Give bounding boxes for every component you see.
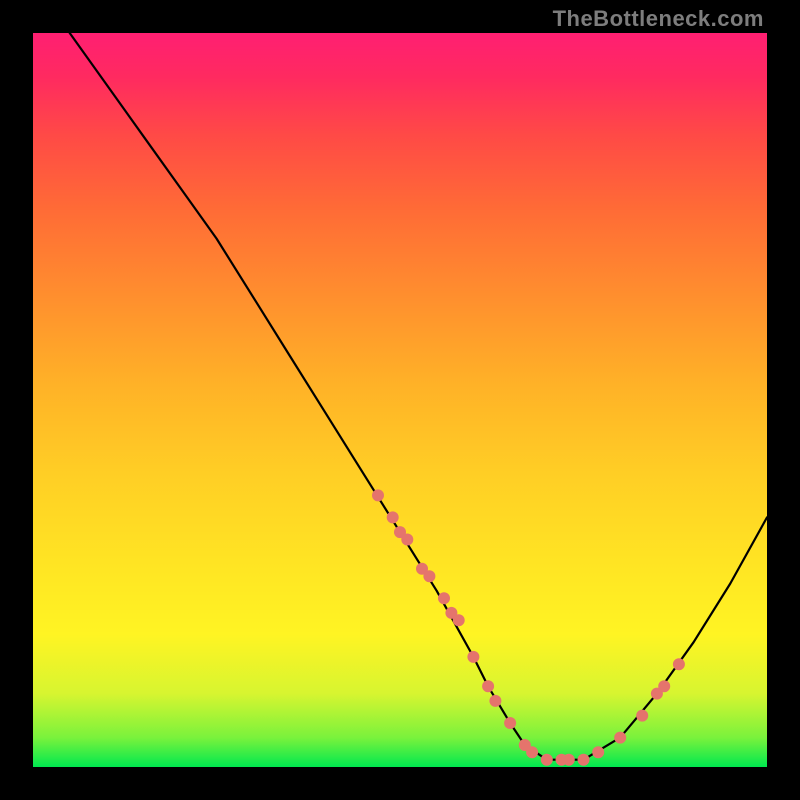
- scatter-dot: [526, 746, 538, 758]
- scatter-dot: [423, 570, 435, 582]
- scatter-dot: [592, 746, 604, 758]
- scatter-dot: [563, 754, 575, 766]
- scatter-dot: [658, 680, 670, 692]
- scatter-dot: [387, 511, 399, 523]
- scatter-dot: [489, 695, 501, 707]
- plot-area: [33, 33, 767, 767]
- scatter-dot: [504, 717, 516, 729]
- watermark-text: TheBottleneck.com: [553, 6, 764, 32]
- bottleneck-curve: [70, 33, 767, 760]
- scatter-dots: [372, 489, 685, 765]
- scatter-dot: [541, 754, 553, 766]
- scatter-dot: [467, 651, 479, 663]
- scatter-dot: [401, 534, 413, 546]
- scatter-dot: [482, 680, 494, 692]
- scatter-dot: [372, 489, 384, 501]
- scatter-dot: [578, 754, 590, 766]
- chart-frame: TheBottleneck.com: [0, 0, 800, 800]
- scatter-dot: [453, 614, 465, 626]
- scatter-dot: [636, 710, 648, 722]
- scatter-dot: [614, 732, 626, 744]
- scatter-dot: [438, 592, 450, 604]
- chart-overlay: [33, 33, 767, 767]
- scatter-dot: [673, 658, 685, 670]
